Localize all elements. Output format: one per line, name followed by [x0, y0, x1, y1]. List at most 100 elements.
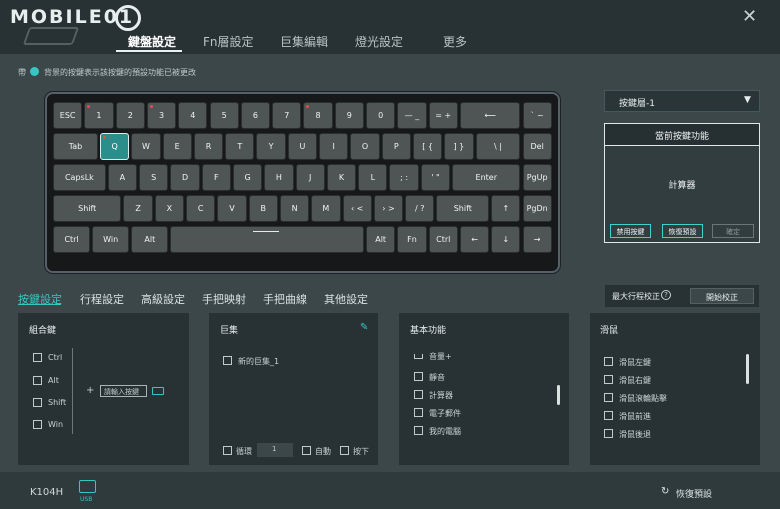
restore-default-button[interactable]: 恢復預設	[662, 224, 703, 238]
key-sym-4-7[interactable]: ←	[459, 226, 490, 253]
checkbox-my-computer[interactable]	[414, 426, 423, 435]
key-win[interactable]: Win	[92, 226, 130, 253]
checkbox-mouse-right[interactable]	[604, 375, 613, 384]
key-q[interactable]: Q	[99, 133, 130, 160]
key-a[interactable]: A	[107, 164, 138, 191]
key-sym-3-12[interactable]: ↑	[491, 195, 521, 222]
key-del[interactable]: Del	[522, 133, 552, 160]
key-ctrl[interactable]: Ctrl	[53, 226, 91, 253]
disable-key-button[interactable]: 禁用按鍵	[610, 224, 651, 238]
help-icon[interactable]: ?	[661, 290, 671, 300]
key-sym-3-8[interactable]: ‹ <	[342, 195, 372, 222]
key-shift[interactable]: Shift	[436, 195, 490, 222]
key-6[interactable]: 6	[240, 102, 271, 129]
key-p[interactable]: P	[381, 133, 411, 160]
key-sym-4-8[interactable]: ↓	[491, 226, 521, 253]
subtab-gamepad-curve[interactable]: 手把曲線	[263, 291, 307, 307]
key-sym-1-12[interactable]: ] }	[444, 133, 474, 160]
key-esc[interactable]: ESC	[53, 102, 83, 129]
tab-macro-edit[interactable]: 巨集編輯	[280, 33, 328, 50]
checkbox-loop[interactable]	[223, 446, 232, 455]
subtab-other[interactable]: 其他設定	[324, 291, 368, 307]
key-sym-4-9[interactable]: →	[522, 226, 552, 253]
edit-icon[interactable]: ✎	[360, 322, 368, 333]
checkbox-mouse-forward[interactable]	[604, 411, 613, 420]
checkbox-mute[interactable]	[414, 372, 423, 381]
key-k[interactable]: K	[326, 164, 357, 191]
key-w[interactable]: W	[131, 133, 161, 160]
key-g[interactable]: G	[232, 164, 263, 191]
key-v[interactable]: V	[217, 195, 247, 222]
key-5[interactable]: 5	[209, 102, 239, 129]
keyboard-icon[interactable]	[152, 387, 164, 395]
key-input[interactable]: 請輸入按鍵	[100, 385, 147, 397]
key-pgdn[interactable]: PgDn	[522, 195, 552, 222]
key-b[interactable]: B	[248, 195, 278, 222]
key-9[interactable]: 9	[334, 102, 364, 129]
key-tab[interactable]: Tab	[53, 133, 98, 160]
key-sym-1-11[interactable]: [ {	[412, 133, 443, 160]
key-u[interactable]: U	[287, 133, 318, 160]
key-pgup[interactable]: PgUp	[522, 164, 552, 191]
key-capslk[interactable]: CapsLk	[53, 164, 106, 191]
key-y[interactable]: Y	[256, 133, 286, 160]
confirm-button[interactable]: 確定	[712, 224, 754, 238]
key-t[interactable]: T	[225, 133, 255, 160]
key-x[interactable]: X	[154, 195, 185, 222]
mouse-panel-scrollbar[interactable]	[746, 354, 749, 384]
key-sym-0-12[interactable]: = +	[428, 102, 458, 129]
key-shift[interactable]: Shift	[53, 195, 122, 222]
key-s[interactable]: S	[139, 164, 169, 191]
key-sym-2-10[interactable]: ; :	[389, 164, 419, 191]
key-n[interactable]: N	[279, 195, 310, 222]
subtab-advanced[interactable]: 高級設定	[141, 291, 185, 307]
key-m[interactable]: M	[311, 195, 341, 222]
checkbox-auto[interactable]	[302, 446, 311, 455]
key-0[interactable]: 0	[366, 102, 396, 129]
tab-keyboard-settings[interactable]: 鍵盤設定	[128, 33, 176, 50]
close-icon[interactable]: ✕	[742, 6, 757, 27]
key-z[interactable]: Z	[123, 195, 153, 222]
loop-count-stepper[interactable]: 1	[257, 443, 293, 457]
key-sym-0-14[interactable]: ` ~	[522, 102, 552, 129]
checkbox-mouse-back[interactable]	[604, 429, 613, 438]
checkbox-email[interactable]	[414, 408, 423, 417]
key-sym-3-9[interactable]: › >	[373, 195, 404, 222]
key-o[interactable]: O	[350, 133, 380, 160]
key-8[interactable]: 8	[303, 102, 333, 129]
restore-icon[interactable]: ↻	[661, 486, 669, 497]
key-f[interactable]: F	[201, 164, 231, 191]
key-3[interactable]: 3	[146, 102, 177, 129]
key-space[interactable]	[170, 226, 364, 253]
key-d[interactable]: D	[170, 164, 200, 191]
key-sym-0-13[interactable]: ⟵	[459, 102, 521, 129]
checkbox-ctrl[interactable]	[33, 353, 42, 362]
tab-fn-layer[interactable]: Fn層設定	[203, 33, 254, 50]
key-fn[interactable]: Fn	[397, 226, 427, 253]
key-4[interactable]: 4	[178, 102, 208, 129]
start-calibration-button[interactable]: 開始校正	[690, 288, 754, 304]
layer-select[interactable]: 按鍵層-1	[604, 90, 760, 112]
checkbox-press[interactable]	[340, 446, 349, 455]
key-i[interactable]: I	[319, 133, 349, 160]
chevron-down-icon[interactable]: ▼	[744, 95, 751, 105]
checkbox-win[interactable]	[33, 420, 42, 429]
tab-more[interactable]: 更多	[443, 33, 467, 50]
subtab-gamepad-mapping[interactable]: 手把映射	[202, 291, 246, 307]
key-r[interactable]: R	[193, 133, 224, 160]
key-h[interactable]: H	[264, 164, 294, 191]
checkbox-volume-up[interactable]	[414, 354, 423, 359]
key-1[interactable]: 1	[84, 102, 114, 129]
subtab-travel[interactable]: 行程設定	[80, 291, 124, 307]
checkbox-alt[interactable]	[33, 376, 42, 385]
checkbox-macro-1[interactable]	[223, 356, 232, 365]
key-alt[interactable]: Alt	[131, 226, 169, 253]
key-sym-3-10[interactable]: / ?	[405, 195, 435, 222]
restore-default-link[interactable]: 恢復預設	[676, 487, 712, 500]
key-e[interactable]: E	[162, 133, 192, 160]
key-ctrl[interactable]: Ctrl	[428, 226, 458, 253]
checkbox-mouse-left[interactable]	[604, 357, 613, 366]
key-j[interactable]: J	[295, 164, 325, 191]
key-7[interactable]: 7	[272, 102, 302, 129]
key-l[interactable]: L	[358, 164, 388, 191]
